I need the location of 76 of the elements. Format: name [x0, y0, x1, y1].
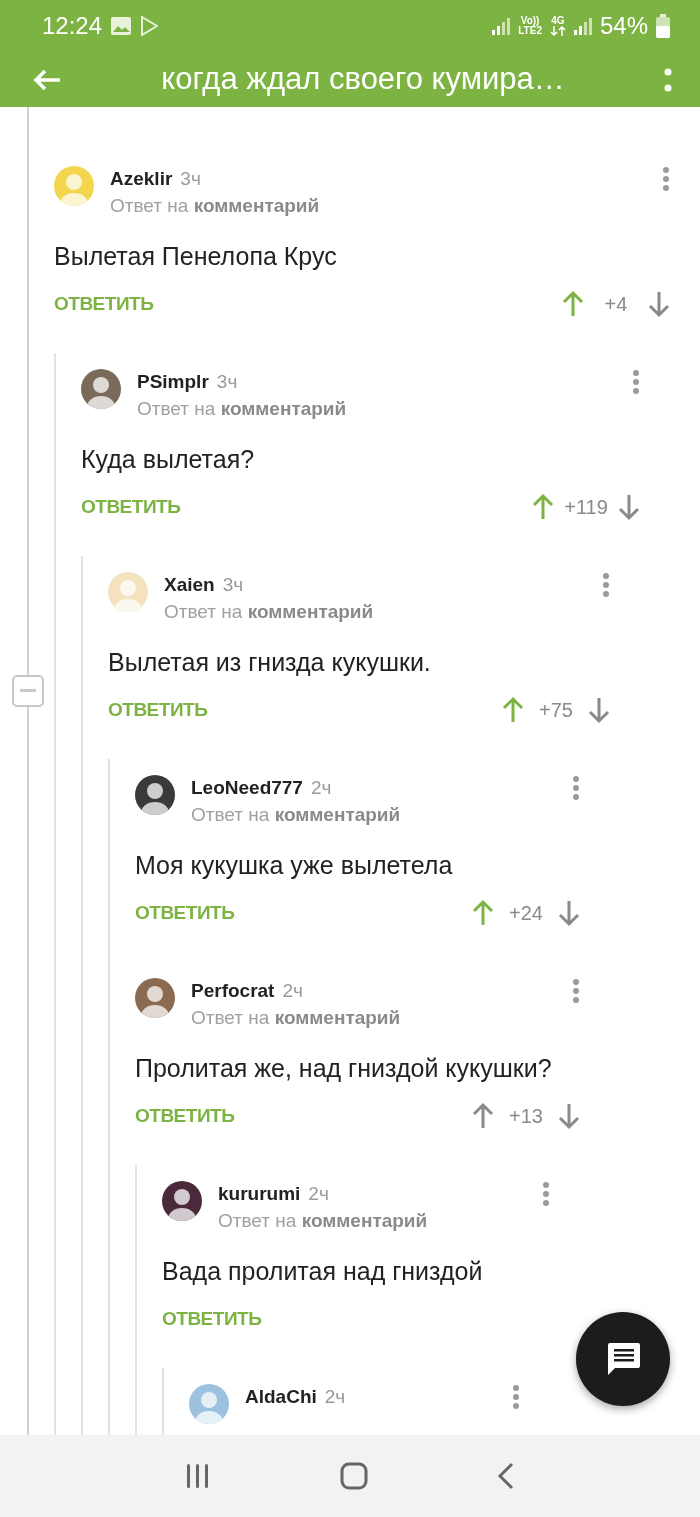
comment-time: 2ч — [310, 776, 332, 800]
comment-time: 2ч — [308, 1182, 329, 1206]
reply-context: Ответ на комментарий — [191, 803, 402, 827]
reply-context: Ответ на комментарий — [191, 1006, 402, 1030]
upvote-arrow-icon[interactable] — [502, 696, 524, 724]
upvote-arrow-icon[interactable] — [562, 290, 584, 318]
back-arrow-icon[interactable] — [32, 67, 62, 92]
avatar — [108, 572, 148, 612]
more-options-icon[interactable] — [664, 67, 672, 92]
avatar — [54, 166, 94, 206]
author-name[interactable]: AldaChi — [245, 1384, 317, 1410]
more-options-icon[interactable] — [572, 978, 580, 1004]
author-name[interactable]: Azeklir — [110, 166, 173, 192]
battery-level: 54% — [599, 11, 648, 41]
downvote-arrow-icon[interactable] — [558, 1102, 580, 1130]
reply-context: Ответ на комментарий — [164, 600, 375, 624]
downvote-arrow-icon[interactable] — [618, 493, 640, 521]
vote-score: +75 — [538, 698, 574, 723]
comment-time: 3ч — [222, 573, 244, 597]
comment-time: 3ч — [216, 370, 238, 394]
more-options-icon[interactable] — [602, 572, 610, 598]
upvote-arrow-icon[interactable] — [472, 899, 494, 927]
back-icon[interactable] — [497, 1462, 516, 1490]
downvote-arrow-icon[interactable] — [588, 696, 610, 724]
downvote-arrow-icon[interactable] — [558, 899, 580, 927]
reply-context: Ответ на комментарий — [137, 397, 348, 421]
author-name[interactable]: kururumi — [218, 1181, 301, 1207]
more-options-icon[interactable] — [662, 166, 670, 192]
network-label: 4G — [550, 15, 566, 26]
home-icon[interactable] — [340, 1462, 368, 1490]
avatar — [81, 369, 121, 409]
minus-icon — [20, 689, 36, 693]
vote-score: +119 — [563, 495, 609, 520]
signal-icon — [573, 17, 592, 35]
comment-icon — [605, 1341, 641, 1377]
avatar — [135, 775, 175, 815]
comment-text: Вылетая из гнизда кукушки. — [108, 647, 432, 678]
vote-score: +24 — [508, 901, 544, 926]
author-name[interactable]: LeoNeed777 — [191, 775, 303, 801]
recent-apps-icon[interactable] — [184, 1463, 211, 1489]
play-store-icon — [140, 16, 159, 36]
upvote-arrow-icon[interactable] — [532, 493, 554, 521]
data-arrows-icon — [549, 26, 566, 37]
avatar — [189, 1384, 229, 1424]
status-time: 12:24 — [42, 11, 103, 41]
author-name[interactable]: Perfocrat — [191, 978, 275, 1004]
vote-score: +13 — [508, 1104, 544, 1129]
page-title: когда ждал своего кумира… — [160, 60, 566, 99]
downvote-arrow-icon[interactable] — [648, 290, 670, 318]
comment-time: 3ч — [180, 167, 201, 191]
battery-icon — [656, 14, 670, 38]
reply-context: Ответ на комментарий — [218, 1209, 429, 1233]
lte-label: LTE2 — [518, 26, 542, 36]
comment-text: Вада пролитая над гниздой — [162, 1256, 484, 1287]
avatar — [135, 978, 175, 1018]
avatar — [162, 1181, 202, 1221]
more-options-icon[interactable] — [572, 775, 580, 801]
upvote-arrow-icon[interactable] — [472, 1102, 494, 1130]
comment-text: Вылетая Пенелопа Крус — [54, 241, 338, 272]
more-options-icon[interactable] — [542, 1181, 550, 1207]
comment-text: Пролитая же, над гниздой кукушки? — [135, 1053, 553, 1084]
comment-time: 2ч — [282, 979, 303, 1003]
vote-score: +4 — [603, 292, 629, 317]
comment-text: Моя кукушка уже вылетела — [135, 850, 454, 881]
comment-fab[interactable] — [576, 1312, 670, 1406]
author-name[interactable]: Xaien — [164, 572, 215, 598]
gallery-icon — [110, 16, 133, 36]
comment-text: Куда вылетая? — [81, 444, 256, 475]
more-options-icon[interactable] — [632, 369, 640, 395]
more-options-icon[interactable] — [512, 1384, 520, 1410]
volte-label: Vo)) — [520, 16, 540, 26]
comment-time: 2ч — [324, 1385, 346, 1409]
reply-context: Ответ на комментарий — [110, 194, 321, 218]
author-name[interactable]: PSimplr — [137, 369, 209, 395]
collapse-button[interactable] — [12, 675, 44, 707]
signal-icon — [492, 17, 511, 35]
